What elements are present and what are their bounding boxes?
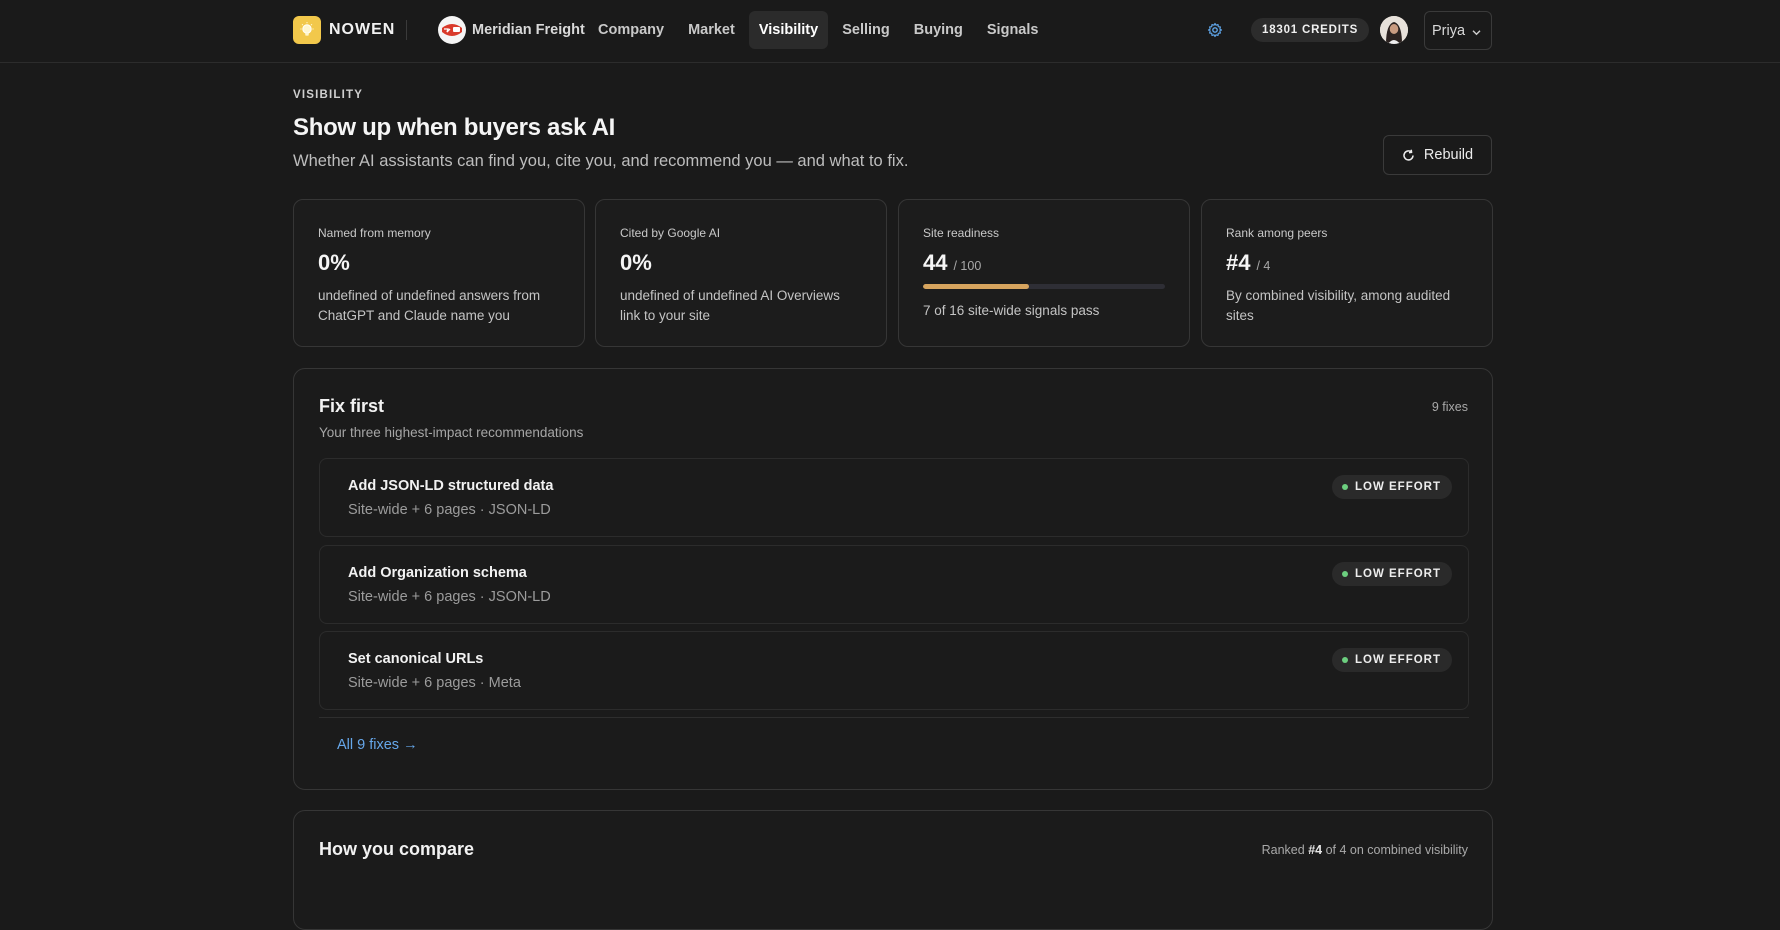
brand[interactable]: NOWEN — [293, 16, 395, 44]
stat-value-suffix: / 4 — [1256, 259, 1271, 273]
effort-badge: LOW EFFORT — [1331, 562, 1452, 586]
page-eyebrow: VISIBILITY — [293, 89, 364, 101]
stat-value: 0% — [318, 250, 350, 275]
brand-name: NOWEN — [329, 21, 396, 38]
page-title: Show up when buyers ask AI — [293, 114, 616, 141]
refresh-icon — [1403, 149, 1414, 161]
compare-meta: Ranked #4 of 4 on combined visibility — [1261, 843, 1468, 857]
status-dot-icon — [1341, 484, 1348, 490]
stat-value: 0% — [620, 250, 652, 275]
company-switcher[interactable]: Meridian Freight — [438, 16, 585, 44]
readiness-progress-fill — [923, 284, 1030, 289]
stat-card-site-readiness: Site readiness 44/ 100 7 of 16 site-wide… — [898, 199, 1190, 347]
main-nav: Company Market Visibility Selling Buying… — [588, 11, 1052, 49]
stat-card-named-from-memory: Named from memory 0% undefined of undefi… — [293, 199, 585, 347]
fix-item[interactable]: Add JSON-LD structured data Site-wide + … — [319, 458, 1469, 537]
fix-item[interactable]: Set canonical URLs Site-wide + 6 pages ·… — [319, 631, 1469, 710]
lightbulb-icon — [293, 16, 321, 44]
user-menu-select[interactable]: Priya — [1424, 11, 1492, 50]
fix-first-title: Fix first — [319, 396, 385, 416]
company-name: Meridian Freight — [472, 22, 585, 38]
fix-title: Add Organization schema — [348, 565, 527, 581]
status-dot-icon — [1341, 571, 1348, 577]
gear-icon[interactable] — [1207, 22, 1223, 38]
effort-badge: LOW EFFORT — [1331, 475, 1452, 499]
fix-count: 9 fixes — [1431, 400, 1468, 414]
nav-market[interactable]: Market — [678, 11, 745, 49]
stat-card-rank-among-peers: Rank among peers #4/ 4 By combined visib… — [1201, 199, 1493, 347]
all-fixes-link[interactable]: All 9 fixes → — [337, 737, 418, 753]
fix-title: Set canonical URLs — [348, 651, 484, 667]
stat-label: Rank among peers — [1226, 226, 1328, 240]
readiness-progress-bar — [923, 284, 1165, 289]
fix-meta: Site-wide + 6 pages · JSON-LD — [348, 589, 551, 605]
nav-selling[interactable]: Selling — [832, 11, 900, 49]
stat-label: Site readiness — [923, 226, 1000, 240]
top-navbar: NOWEN Meridian Freight Company Market Vi… — [0, 0, 1780, 63]
stat-label: Named from memory — [318, 226, 431, 240]
status-dot-icon — [1341, 657, 1348, 663]
stat-description: By combined visibility, among audited si… — [1226, 288, 1451, 323]
panel-divider — [319, 717, 1469, 718]
stat-value-suffix: / 100 — [953, 259, 982, 273]
chevron-down-icon — [1471, 26, 1482, 37]
stat-description: undefined of undefined AI Overviews link… — [620, 288, 840, 323]
compare-title: How you compare — [319, 839, 475, 859]
nav-buying[interactable]: Buying — [904, 11, 973, 49]
effort-badge: LOW EFFORT — [1331, 648, 1452, 672]
avatar[interactable] — [1380, 16, 1408, 44]
rebuild-button[interactable]: Rebuild — [1383, 135, 1492, 175]
nav-visibility[interactable]: Visibility — [748, 11, 829, 49]
stat-label: Cited by Google AI — [620, 226, 721, 240]
fix-title: Add JSON-LD structured data — [348, 478, 554, 494]
user-name: Priya — [1432, 22, 1466, 39]
stat-card-cited-by-google: Cited by Google AI 0% undefined of undef… — [595, 199, 887, 347]
fix-first-panel: Fix first Your three highest-impact reco… — [293, 368, 1493, 790]
fix-meta: Site-wide + 6 pages · JSON-LD — [348, 502, 551, 518]
nav-company[interactable]: Company — [588, 11, 674, 49]
stat-value: #4/ 4 — [1226, 250, 1271, 275]
stat-description: 7 of 16 site-wide signals pass — [923, 303, 1100, 318]
rebuild-label: Rebuild — [1423, 147, 1474, 163]
nav-divider — [406, 20, 407, 40]
stat-description: undefined of undefined answers from Chat… — [318, 288, 541, 323]
compare-panel: How you compare Ranked #4 of 4 on combin… — [293, 810, 1493, 930]
page-subtitle: Whether AI assistants can find you, cite… — [293, 152, 909, 170]
credits-badge[interactable]: 18301 CREDITS — [1251, 18, 1370, 42]
fix-meta: Site-wide + 6 pages · Meta — [348, 675, 521, 691]
company-logo-icon — [438, 16, 466, 44]
nav-signals[interactable]: Signals — [977, 11, 1049, 49]
stat-value: 44/ 100 — [923, 250, 982, 275]
fix-first-subtitle: Your three highest-impact recommendation… — [319, 425, 584, 440]
fix-item[interactable]: Add Organization schema Site-wide + 6 pa… — [319, 545, 1469, 624]
